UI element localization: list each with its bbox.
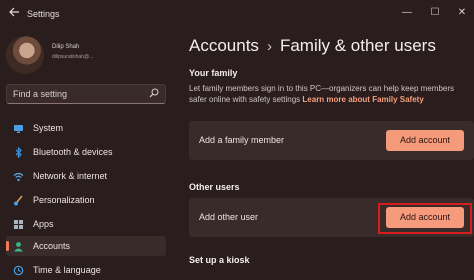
page-title: Family & other users <box>279 36 436 55</box>
main-content: Accounts › Family & other users Your famil… <box>178 30 474 277</box>
section-title-kiosk: Set up a kiosk <box>189 255 250 265</box>
brush-icon <box>14 195 23 206</box>
breadcrumb: Accounts › Family & other users <box>189 36 436 56</box>
app-title: Settings <box>27 9 60 19</box>
sidebar-item-label: System <box>33 123 64 133</box>
sidebar-item-apps[interactable]: Apps <box>6 214 166 234</box>
learn-more-family-safety-link[interactable]: Learn more about Family Safety <box>302 95 423 104</box>
apps-grid-icon <box>14 220 23 229</box>
back-arrow-icon <box>9 7 19 17</box>
add-other-user-label: Add other user <box>199 212 259 222</box>
sidebar-item-label: Apps <box>33 219 54 229</box>
sidebar: Dilip Shah dilipsuratishah@... Find a se… <box>0 30 178 277</box>
search-input[interactable]: Find a setting <box>6 84 166 104</box>
user-name: Dilip Shah <box>52 44 80 50</box>
family-description: Let family members sign in to this PC—or… <box>189 83 464 105</box>
sidebar-item-label: Personalization <box>33 195 95 205</box>
search-placeholder: Find a setting <box>13 89 68 99</box>
bluetooth-icon <box>15 147 22 158</box>
chevron-right-icon: › <box>266 38 272 55</box>
sidebar-item-bluetooth-devices[interactable]: Bluetooth & devices <box>6 142 166 162</box>
sidebar-item-time-language[interactable]: Time & language <box>6 260 166 280</box>
search-icon[interactable] <box>149 88 159 98</box>
active-indicator <box>6 241 9 251</box>
monitor-icon <box>14 125 23 133</box>
add-family-member-card: Add a family member Add account <box>189 121 474 160</box>
back-button[interactable] <box>6 6 22 22</box>
sidebar-item-label: Time & language <box>33 265 101 275</box>
title-bar: Settings — ☐ ✕ <box>0 0 474 30</box>
close-button[interactable]: ✕ <box>454 5 470 21</box>
user-email: dilipsuratishah@... <box>52 54 94 60</box>
globe-clock-icon <box>13 265 24 276</box>
highlight-box <box>378 203 472 234</box>
section-title-your-family: Your family <box>189 68 238 78</box>
avatar[interactable] <box>6 36 44 74</box>
sidebar-item-label: Accounts <box>33 241 71 251</box>
section-title-other-users: Other users <box>189 182 240 192</box>
add-other-user-card: Add other user Add account <box>189 198 474 237</box>
add-family-account-button[interactable]: Add account <box>386 130 464 151</box>
person-icon <box>14 242 23 252</box>
sidebar-item-label: Network & internet <box>33 171 108 181</box>
maximize-button[interactable]: ☐ <box>427 5 443 21</box>
breadcrumb-parent[interactable]: Accounts <box>189 36 259 55</box>
minimize-button[interactable]: — <box>399 5 415 21</box>
sidebar-item-label: Bluetooth & devices <box>33 147 113 157</box>
sidebar-item-network-internet[interactable]: Network & internet <box>6 166 166 186</box>
sidebar-item-accounts[interactable]: Accounts <box>6 236 166 256</box>
wifi-icon <box>13 172 24 182</box>
sidebar-item-system[interactable]: System <box>6 118 166 138</box>
add-family-member-label: Add a family member <box>199 135 285 145</box>
sidebar-item-personalization[interactable]: Personalization <box>6 190 166 210</box>
